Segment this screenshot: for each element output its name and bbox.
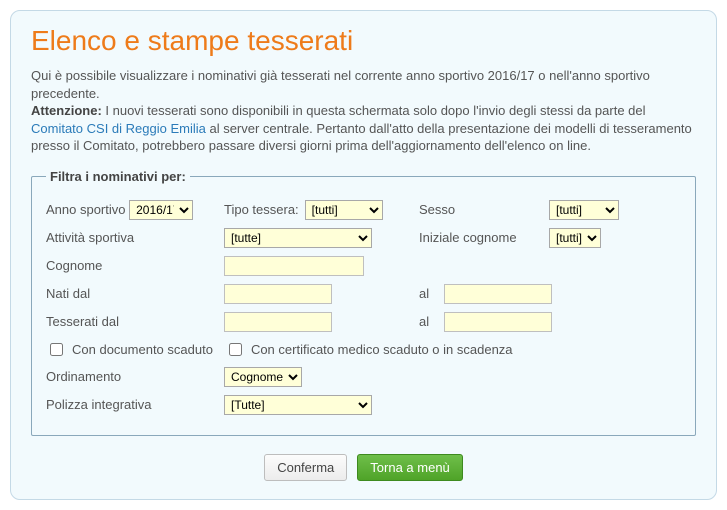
label-nati-dal: Nati dal (46, 286, 90, 301)
label-cert-medico: Con certificato medico scaduto o in scad… (251, 342, 513, 357)
select-polizza[interactable]: [Tutte] (224, 395, 372, 415)
label-tipo-tessera: Tipo tessera: (224, 202, 299, 217)
input-nati-dal[interactable] (224, 284, 332, 304)
select-iniziale-cognome[interactable]: [tutti] (549, 228, 601, 248)
label-sesso: Sesso (419, 202, 455, 217)
row-polizza: Polizza integrativa [Tutte] (46, 393, 681, 417)
row-ordinamento: Ordinamento Cognome (46, 365, 681, 389)
page-title: Elenco e stampe tesserati (31, 25, 696, 57)
row-attivita-iniziale: Attività sportiva [tutte] Iniziale cogno… (46, 226, 681, 250)
checkbox-doc-scaduto[interactable] (50, 343, 63, 356)
input-tesserati-al[interactable] (444, 312, 552, 332)
input-nati-al[interactable] (444, 284, 552, 304)
label-polizza: Polizza integrativa (46, 397, 152, 412)
intro-line2a: I nuovi tesserati sono disponibili in qu… (102, 103, 646, 118)
torna-menu-button[interactable]: Torna a menù (357, 454, 463, 481)
panel: Elenco e stampe tesserati Qui è possibil… (10, 10, 717, 500)
comitato-link[interactable]: Comitato CSI di Reggio Emilia (31, 121, 206, 136)
row-anno-tipo-sesso: Anno sportivo 2016/17 Tipo tessera: [tut… (46, 198, 681, 222)
checkbox-cert-medico[interactable] (229, 343, 242, 356)
row-cognome: Cognome (46, 254, 681, 278)
row-tesserati: Tesserati dal al (46, 310, 681, 334)
input-cognome[interactable] (224, 256, 364, 276)
label-nati-al: al (419, 286, 429, 301)
select-sesso[interactable]: [tutti] (549, 200, 619, 220)
input-tesserati-dal[interactable] (224, 312, 332, 332)
intro-text: Qui è possibile visualizzare i nominativ… (31, 67, 696, 155)
button-row: Conferma Torna a menù (31, 454, 696, 481)
label-ordinamento: Ordinamento (46, 369, 121, 384)
label-attivita-sportiva: Attività sportiva (46, 230, 134, 245)
label-doc-scaduto: Con documento scaduto (72, 342, 213, 357)
label-iniziale-cognome: Iniziale cognome (419, 230, 517, 245)
fieldset-legend: Filtra i nominativi per: (46, 169, 190, 184)
filter-fieldset: Filtra i nominativi per: Anno sportivo 2… (31, 169, 696, 436)
attention-label: Attenzione: (31, 103, 102, 118)
label-anno-sportivo: Anno sportivo (46, 202, 126, 217)
label-cognome: Cognome (46, 258, 102, 273)
conferma-button[interactable]: Conferma (264, 454, 347, 481)
select-ordinamento[interactable]: Cognome (224, 367, 302, 387)
label-tesserati-al: al (419, 314, 429, 329)
select-tipo-tessera[interactable]: [tutti] (305, 200, 383, 220)
intro-line1: Qui è possibile visualizzare i nominativ… (31, 68, 650, 101)
select-anno-sportivo[interactable]: 2016/17 (129, 200, 193, 220)
label-tesserati-dal: Tesserati dal (46, 314, 119, 329)
row-checkboxes: Con documento scaduto Con certificato me… (46, 340, 681, 359)
select-attivita-sportiva[interactable]: [tutte] (224, 228, 372, 248)
row-nati: Nati dal al (46, 282, 681, 306)
